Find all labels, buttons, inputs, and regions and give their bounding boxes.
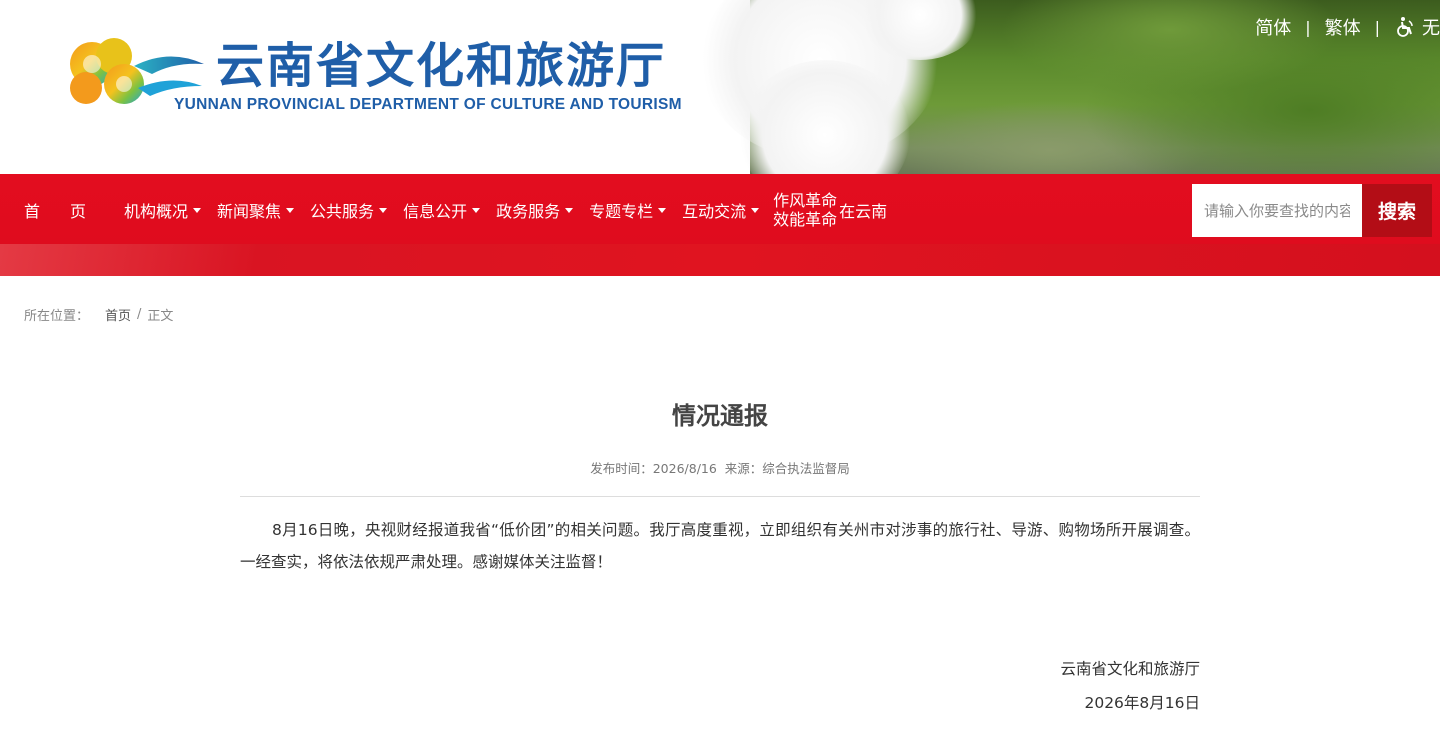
nav-item-label: 互动交流 bbox=[682, 202, 747, 221]
nav-special-line1: 作风革命 bbox=[773, 191, 838, 210]
nav-item-information-disclosure[interactable]: 信息公开 bbox=[395, 174, 488, 246]
site-header: 云南省文化和旅游厅 YUNNAN PROVINCIAL DEPARTMENT O… bbox=[0, 0, 1440, 174]
wheelchair-icon bbox=[1397, 17, 1413, 37]
nav-item-label: 专题专栏 bbox=[589, 202, 654, 221]
nav-item-work-style-revolution[interactable]: 作风革命 效能革命 在云南 bbox=[767, 174, 895, 246]
separator: | bbox=[1305, 17, 1311, 37]
nav-item-label: 新闻聚焦 bbox=[217, 202, 282, 221]
breadcrumb-home-link[interactable]: 首页 bbox=[105, 305, 131, 324]
search-box: 搜索 bbox=[1192, 184, 1432, 237]
site-logo[interactable]: 云南省文化和旅游厅 YUNNAN PROVINCIAL DEPARTMENT O… bbox=[64, 26, 724, 116]
nav-item-government-services[interactable]: 政务服务 bbox=[488, 174, 581, 246]
breadcrumb: 所在位置： 首页 / 正文 bbox=[24, 305, 173, 324]
caret-down-icon bbox=[472, 207, 481, 213]
nav-item-special-topics[interactable]: 专题专栏 bbox=[581, 174, 674, 246]
article-meta: 发布时间：2026/8/16 来源：综合执法监督局 bbox=[590, 461, 850, 476]
main-navigation-bar: 首页 机构概况 新闻聚焦 公共服务 信息公开 政务服务 专题专栏 互动交流 作风… bbox=[0, 174, 1440, 276]
search-button[interactable]: 搜索 bbox=[1362, 184, 1432, 237]
nav-special-stack: 作风革命 效能革命 bbox=[773, 191, 837, 229]
main-nav: 首页 机构概况 新闻聚焦 公共服务 信息公开 政务服务 专题专栏 互动交流 作风… bbox=[0, 174, 895, 246]
separator: | bbox=[1374, 17, 1380, 37]
caret-down-icon bbox=[193, 207, 202, 213]
simplified-chinese-link[interactable]: 简体 bbox=[1255, 14, 1291, 40]
caret-down-icon bbox=[565, 207, 574, 213]
breadcrumb-current: 正文 bbox=[147, 309, 174, 324]
caret-down-icon bbox=[658, 207, 667, 213]
logo-english-title: YUNNAN PROVINCIAL DEPARTMENT OF CULTURE … bbox=[174, 96, 682, 113]
nav-item-organization[interactable]: 机构概况 bbox=[116, 174, 209, 246]
nav-decorative-strip bbox=[0, 244, 1440, 276]
top-utility-bar: 简体 | 繁体 | 无 bbox=[1255, 14, 1440, 40]
nav-item-label: 政务服务 bbox=[496, 202, 561, 221]
nav-special-line2: 效能革命 bbox=[773, 210, 838, 229]
nav-item-label: 信息公开 bbox=[403, 202, 468, 221]
accessibility-label: 无 bbox=[1422, 18, 1440, 39]
article-title: 情况通报 bbox=[672, 402, 768, 430]
nav-item-label: 机构概况 bbox=[124, 202, 189, 221]
breadcrumb-separator: / bbox=[137, 307, 142, 322]
nav-item-label: 公共服务 bbox=[310, 202, 375, 221]
accessibility-link[interactable]: 无 bbox=[1394, 14, 1440, 40]
breadcrumb-prefix: 所在位置： bbox=[24, 309, 90, 324]
article-divider bbox=[240, 496, 1200, 497]
article-signature-block: 云南省文化和旅游厅 2026年8月16日 bbox=[1060, 652, 1200, 720]
nav-item-interaction[interactable]: 互动交流 bbox=[674, 174, 767, 246]
nav-item-news[interactable]: 新闻聚焦 bbox=[209, 174, 302, 246]
nav-item-home[interactable]: 首页 bbox=[0, 174, 116, 246]
traditional-chinese-link[interactable]: 繁体 bbox=[1325, 14, 1361, 40]
article-body: 8月16日晚，央视财经报道我省“低价团”的相关问题。我厅高度重视，立即组织有关州… bbox=[240, 521, 1200, 571]
caret-down-icon bbox=[379, 207, 388, 213]
article-date: 2026年8月16日 bbox=[1084, 694, 1200, 712]
caret-down-icon bbox=[751, 207, 760, 213]
nav-special-tail: 在云南 bbox=[839, 202, 888, 221]
nav-item-public-services[interactable]: 公共服务 bbox=[302, 174, 395, 246]
caret-down-icon bbox=[286, 207, 295, 213]
logo-chinese-title: 云南省文化和旅游厅 bbox=[216, 38, 667, 94]
article-signature: 云南省文化和旅游厅 bbox=[1060, 660, 1200, 678]
search-input[interactable] bbox=[1192, 184, 1362, 237]
